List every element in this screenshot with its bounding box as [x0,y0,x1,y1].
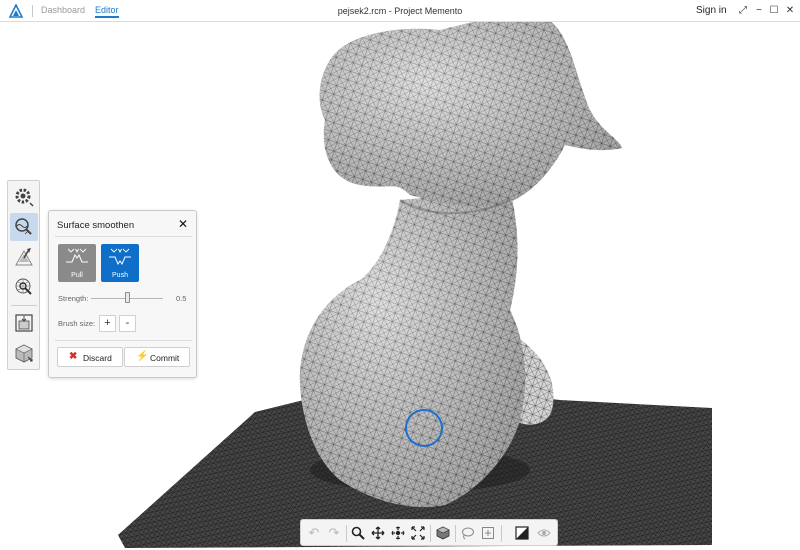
view-cube-tool-icon [15,344,33,363]
toolbar-divider [346,525,347,542]
tool-settings[interactable] [10,183,38,211]
export-tool-icon [15,314,33,332]
push-mode-button[interactable]: Push [101,244,139,282]
tab-editor[interactable]: Editor [95,5,119,18]
toolbar-divider [455,525,456,542]
toolbar-divider [430,525,431,542]
toolbar-divider [501,525,502,542]
paint-brush-tool-icon [15,248,33,266]
pull-mode-label: Pull [71,272,83,279]
brush-size-increase-button[interactable]: + [99,315,116,332]
sign-in-link[interactable]: Sign in [696,5,727,16]
shading-glyph [515,526,529,540]
strength-label: Strength: [58,294,89,303]
surface-smoothen-tool-icon [15,218,32,235]
toolbar-divider [11,305,37,306]
orbit-icon[interactable] [389,524,407,542]
discard-button[interactable]: ✖ Discard [57,347,123,367]
move-arrows-glyph [371,526,385,540]
strength-slider-thumb[interactable] [124,292,130,303]
zoom-icon[interactable] [349,524,367,542]
push-icon [109,248,131,266]
pull-mode-button[interactable]: Pull [58,244,96,282]
cube-glyph [436,526,450,540]
maximize-window-icon[interactable]: ☐ [768,4,780,17]
tool-export[interactable] [10,309,38,337]
close-window-icon[interactable]: ✕ [784,4,796,17]
commit-label: Commit [150,353,180,363]
panel-divider [55,236,192,237]
panel-close-icon[interactable]: ✕ [177,217,189,231]
minimize-window-icon[interactable]: − [753,4,765,17]
surface-smoothen-panel: Surface smoothen ✕ Pull Push Strength: 0… [48,210,197,378]
pull-icon [66,248,88,263]
undo-icon[interactable]: ↶ [305,524,323,542]
window-title: pejsek2.rcm - Project Memento [337,6,463,16]
discard-icon: ✖ [69,351,78,362]
lightning-icon: ⚡ [136,351,149,362]
push-mode-label: Push [112,272,128,279]
brush-size-decrease-button[interactable]: - [119,315,136,332]
bottom-toolbar: ↶ ↷ [300,519,558,546]
panel-title: Surface smoothen [57,220,135,231]
orbit-glyph [391,526,405,540]
lasso-select-icon[interactable] [459,524,477,542]
lasso-glyph [462,527,474,540]
app-logo-icon [9,4,23,18]
magnifier-glyph [351,526,365,540]
brush-size-label: Brush size: [58,319,96,328]
title-divider [32,5,33,17]
commit-button[interactable]: ⚡ Commit [124,347,190,367]
solid-cube-icon[interactable] [434,524,452,542]
expand-window-icon[interactable]: ⤢ [737,4,749,17]
tool-inspect[interactable] [10,273,38,301]
fit-view-icon[interactable] [409,524,427,542]
sphere-inspect-tool-icon [15,278,32,295]
discard-label: Discard [83,353,112,363]
pan-icon[interactable] [369,524,387,542]
panel-divider [55,340,192,341]
title-bar: Dashboard Editor pejsek2.rcm - Project M… [0,0,800,22]
visibility-icon[interactable] [535,524,553,542]
box-select-icon[interactable] [479,524,497,542]
box-select-glyph [482,527,494,539]
fit-glyph [411,526,425,540]
strength-value: 0.5 [176,294,187,303]
tool-surface-smoothen[interactable] [10,213,38,241]
tab-dashboard[interactable]: Dashboard [41,5,85,15]
eye-glyph [537,529,551,537]
left-toolbar [7,180,40,370]
tool-view-cube[interactable] [10,339,38,367]
gear-tool-icon [15,188,34,207]
redo-icon[interactable]: ↷ [325,524,343,542]
tool-paint[interactable] [10,243,38,271]
shading-mode-icon[interactable] [513,524,531,542]
